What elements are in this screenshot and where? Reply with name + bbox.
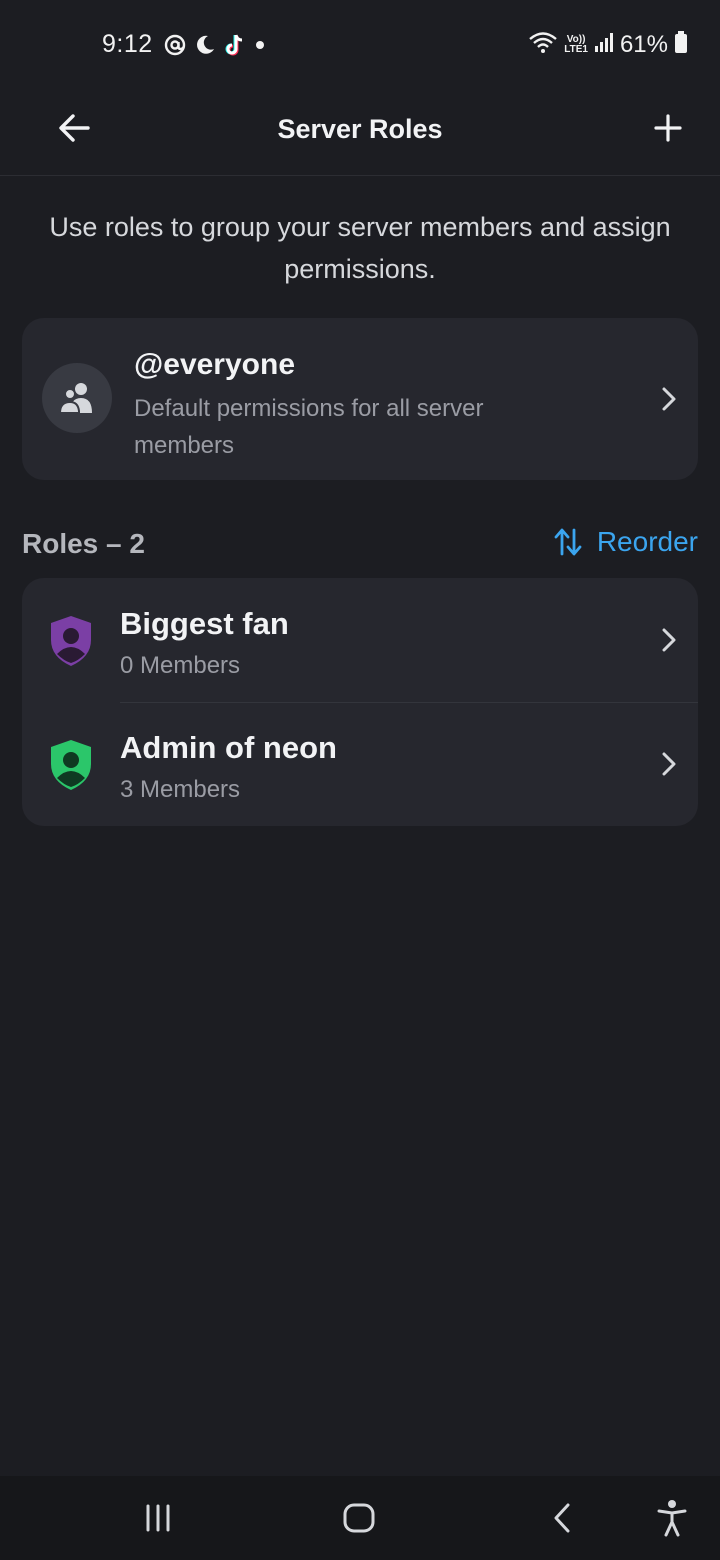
role-member-count: 0 Members [120, 652, 241, 679]
chevron-right-icon [658, 384, 680, 414]
role-name: Admin of neon [120, 730, 337, 765]
battery-percent: 61% [619, 30, 668, 58]
status-time: 9:12 [102, 30, 153, 58]
server-roles-screen: 9:12 Vo)) LTE1 61% Server Roles Use role… [0, 0, 720, 1560]
add-role-button[interactable] [646, 106, 690, 150]
reorder-label: Reorder [596, 526, 698, 557]
everyone-avatar [42, 363, 112, 433]
home-button[interactable] [335, 1496, 383, 1540]
tiktok-icon [224, 33, 246, 57]
sort-arrows-icon [554, 528, 582, 556]
roles-description: Use roles to group your server members a… [49, 212, 671, 284]
role-shield-icon [51, 616, 91, 666]
moon-icon [194, 34, 216, 56]
accessibility-button[interactable] [648, 1496, 696, 1540]
role-item-admin-of-neon[interactable]: Admin of neon 3 Members [22, 702, 698, 826]
network-type: Vo)) LTE1 [564, 33, 588, 55]
signal-icon [594, 31, 614, 58]
plus-icon [654, 114, 682, 142]
recent-apps-icon [146, 1504, 170, 1532]
everyone-subtitle: Default permissions for all server membe… [134, 395, 484, 459]
reorder-button[interactable]: Reorder [553, 526, 698, 558]
system-back-button[interactable] [538, 1496, 586, 1540]
at-sign-icon [164, 34, 186, 56]
role-item-biggest-fan[interactable]: Biggest fan 0 Members [22, 578, 698, 702]
system-nav-bar [0, 1476, 720, 1560]
dot-icon [254, 39, 266, 51]
status-left-icons [164, 33, 266, 57]
wifi-icon [528, 30, 558, 59]
members-icon [58, 383, 92, 414]
back-icon [554, 1503, 570, 1533]
status-bar: 9:12 Vo)) LTE1 61% [0, 0, 720, 90]
page-title: Server Roles [277, 114, 443, 144]
status-right-icons: Vo)) LTE1 61% [528, 30, 688, 59]
role-member-count: 3 Members [120, 776, 241, 803]
recent-apps-button[interactable] [134, 1496, 182, 1540]
app-header: Server Roles [0, 90, 720, 176]
chevron-right-icon [658, 749, 680, 779]
role-shield-icon [51, 740, 91, 790]
roles-list: Biggest fan 0 Members Admin of neon 3 Me… [22, 578, 698, 826]
battery-icon [674, 30, 688, 59]
everyone-title: @everyone [134, 348, 296, 381]
home-icon [343, 1503, 375, 1533]
accessibility-icon [657, 1500, 687, 1537]
chevron-right-icon [658, 625, 680, 655]
roles-count-heading: Roles – 2 [22, 528, 145, 559]
everyone-role-card[interactable]: @everyone Default permissions for all se… [22, 318, 698, 480]
role-name: Biggest fan [120, 606, 289, 641]
